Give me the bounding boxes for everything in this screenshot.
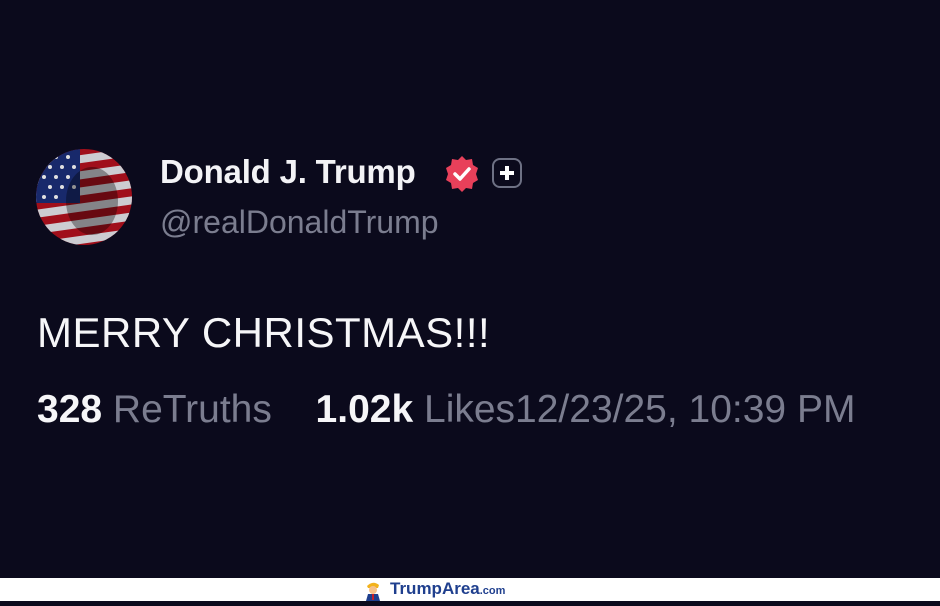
- avatar-image: [36, 149, 132, 245]
- likes-label[interactable]: Likes: [424, 388, 515, 431]
- footer-brand: TrumpArea.com: [390, 579, 505, 599]
- avatar[interactable]: [36, 149, 132, 245]
- likes-count[interactable]: 1.02k: [316, 388, 414, 431]
- retruths-count[interactable]: 328: [37, 388, 102, 431]
- trump-mascot-icon: [362, 579, 384, 601]
- post-timestamp[interactable]: 12/23/25, 10:39 PM: [515, 388, 855, 431]
- display-name[interactable]: Donald J. Trump: [160, 153, 416, 191]
- post-stats: 328 ReTruths 1.02k Likes12/23/25, 10:39 …: [37, 388, 855, 432]
- plus-badge[interactable]: [492, 158, 522, 188]
- footer-brand-name: TrumpArea: [390, 579, 480, 598]
- user-handle[interactable]: @realDonaldTrump: [160, 204, 439, 241]
- plus-icon: [500, 166, 514, 180]
- retruths-label[interactable]: ReTruths: [113, 388, 272, 431]
- post-text: MERRY CHRISTMAS!!!: [37, 309, 491, 356]
- footer-brand-suffix: .com: [479, 585, 506, 597]
- footer-watermark: TrumpArea.com: [0, 578, 940, 601]
- verified-badge-icon: [443, 155, 481, 193]
- post-card: Donald J. Trump @realDonaldTrump MERRY C…: [0, 0, 940, 578]
